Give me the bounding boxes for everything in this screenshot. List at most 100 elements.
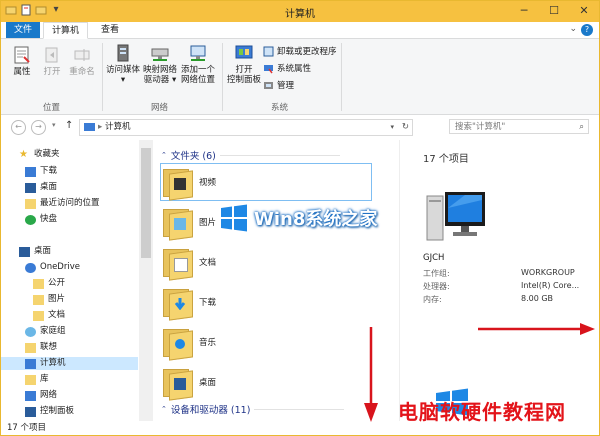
nav-documents[interactable]: 文档 <box>33 309 65 322</box>
map-network-drive-button[interactable]: 映射网络 驱动器 ▾ <box>141 43 179 85</box>
nav-control-panel[interactable]: 控制面板 <box>25 405 74 418</box>
folder-label: 下载 <box>199 298 217 308</box>
workgroup-label: 工作组: <box>423 269 450 278</box>
refresh-icon[interactable]: ↻ <box>402 120 409 135</box>
folder-item[interactable]: 文档 <box>161 244 371 281</box>
devices-group-header[interactable]: ⌃ 设备和驱动器 (11) <box>161 402 345 416</box>
folder-item[interactable]: 下载 <box>161 284 371 321</box>
folder-item[interactable]: 视频 <box>160 163 372 201</box>
nav-computer[interactable]: 计算机 <box>1 357 138 370</box>
video-folder-icon <box>161 167 193 201</box>
nav-desktop-root[interactable]: 桌面 <box>19 245 51 258</box>
ribbon: 属性 打开 重命名 位置 访问媒体 ▾ 映射网络 驱动器 ▾ 添加一个 网络位置 网络 <box>1 39 599 115</box>
back-button[interactable]: ← <box>11 120 26 135</box>
processor-label: 处理器: <box>423 282 450 291</box>
nav-favorites[interactable]: ★ 收藏夹 <box>19 148 60 161</box>
folder-item[interactable]: 音乐 <box>161 324 371 361</box>
status-item-count: 17 个项目 <box>7 423 47 433</box>
kuaipan-icon <box>25 214 36 225</box>
control-panel-icon <box>25 406 36 417</box>
collapse-icon[interactable]: ⌃ <box>161 405 167 413</box>
maximize-button[interactable]: ☐ <box>539 1 569 21</box>
nav-lenovo[interactable]: 联想 <box>25 341 57 354</box>
network-drive-icon <box>151 48 169 61</box>
nav-onedrive[interactable]: OneDrive <box>25 261 80 274</box>
folder-label: 图片 <box>199 218 217 228</box>
access-media-button[interactable]: 访问媒体 ▾ <box>105 43 141 85</box>
details-item-count: 17 个项目 <box>423 154 469 165</box>
navigation-scrollbar[interactable] <box>139 140 153 421</box>
search-input[interactable]: 搜索"计算机" ⌕ <box>449 119 589 134</box>
folder-item[interactable]: 桌面 <box>161 364 371 401</box>
content-scrollbar[interactable] <box>399 140 414 421</box>
title-bar: ▾ 计算机 ─ ☐ ✕ <box>1 1 599 22</box>
scrollbar-thumb[interactable] <box>141 148 151 258</box>
user-folder-icon <box>25 342 36 353</box>
nav-kuaipan[interactable]: 快盘 <box>25 213 57 226</box>
uninstall-program-button[interactable]: 卸载或更改程序 <box>263 45 337 57</box>
address-field[interactable]: ▸ 计算机 ▾ ↻ <box>79 119 413 136</box>
folder-icon <box>33 310 44 321</box>
ribbon-separator <box>222 43 223 111</box>
window-controls: ─ ☐ ✕ <box>509 1 599 21</box>
nav-downloads[interactable]: 下载 <box>25 165 57 178</box>
network-location-icon <box>190 45 206 61</box>
folder-label: 文档 <box>199 258 217 268</box>
forward-button[interactable]: → <box>31 120 46 135</box>
folders-group-header[interactable]: ⌃ 文件夹 (6) <box>161 148 340 162</box>
ribbon-separator <box>102 43 103 111</box>
address-path: 计算机 <box>104 122 131 132</box>
manage-button[interactable]: 管理 <box>263 79 294 91</box>
ribbon-collapse-icon[interactable]: ⌄ <box>569 24 577 34</box>
up-button[interactable]: ↑ <box>65 120 73 131</box>
collapse-icon[interactable]: ⌃ <box>161 151 167 159</box>
ribbon-separator <box>341 43 342 111</box>
folder-label: 视频 <box>199 178 217 188</box>
nav-library[interactable]: 库 <box>25 373 49 386</box>
site-watermark: 电脑软硬件教程网 <box>398 400 566 424</box>
details-pane: 17 个项目 GJCH 工作组: WORKGROUP 处理器: Intel(R)… <box>413 140 599 421</box>
open-control-panel-button[interactable]: 打开 控制面板 <box>227 43 261 85</box>
desktop-icon <box>25 182 36 193</box>
open-button[interactable]: 打开 <box>39 45 65 77</box>
uninstall-icon <box>263 46 274 56</box>
rename-button[interactable]: 重命名 <box>67 45 97 77</box>
annotation-arrow-down <box>364 327 378 422</box>
music-folder-icon <box>161 327 193 361</box>
search-icon[interactable]: ⌕ <box>579 120 584 135</box>
control-panel-icon <box>235 45 253 59</box>
properties-button[interactable]: 属性 <box>9 45 35 77</box>
recent-locations-icon[interactable]: ▾ <box>52 121 56 129</box>
overlay-logo-text: Win8系统之家 <box>254 209 378 230</box>
group-label-location: 位置 <box>43 103 61 113</box>
homegroup-icon <box>25 326 36 337</box>
workgroup-value: WORKGROUP <box>521 268 575 277</box>
folder-icon <box>33 278 44 289</box>
add-network-location-button[interactable]: 添加一个 网络位置 <box>179 43 217 85</box>
manage-icon <box>264 81 273 89</box>
minimize-button[interactable]: ─ <box>509 1 539 21</box>
desktop-icon <box>19 246 30 257</box>
tab-computer[interactable]: 计算机 <box>43 22 89 39</box>
nav-public[interactable]: 公开 <box>33 277 65 290</box>
folder-label: 音乐 <box>199 338 217 348</box>
tab-view[interactable]: 查看 <box>93 22 127 38</box>
system-properties-icon <box>264 64 273 73</box>
help-icon[interactable]: ? <box>581 24 593 36</box>
nav-pictures[interactable]: 图片 <box>33 293 65 306</box>
network-icon <box>25 390 36 401</box>
nav-homegroup[interactable]: 家庭组 <box>25 325 66 338</box>
tab-file[interactable]: 文件 <box>6 22 41 38</box>
close-button[interactable]: ✕ <box>569 1 599 21</box>
rename-icon <box>74 49 90 61</box>
computer-icon <box>25 358 36 369</box>
document-folder-icon <box>161 247 193 281</box>
nav-desktop[interactable]: 桌面 <box>25 181 57 194</box>
address-dropdown-icon[interactable]: ▾ <box>390 120 394 135</box>
system-properties-button[interactable]: 系统属性 <box>263 62 311 74</box>
nav-recent[interactable]: 最近访问的位置 <box>25 197 100 210</box>
star-icon: ★ <box>19 148 28 160</box>
media-server-icon <box>117 44 129 62</box>
download-folder-icon <box>161 287 193 321</box>
nav-network[interactable]: 网络 <box>25 389 57 402</box>
